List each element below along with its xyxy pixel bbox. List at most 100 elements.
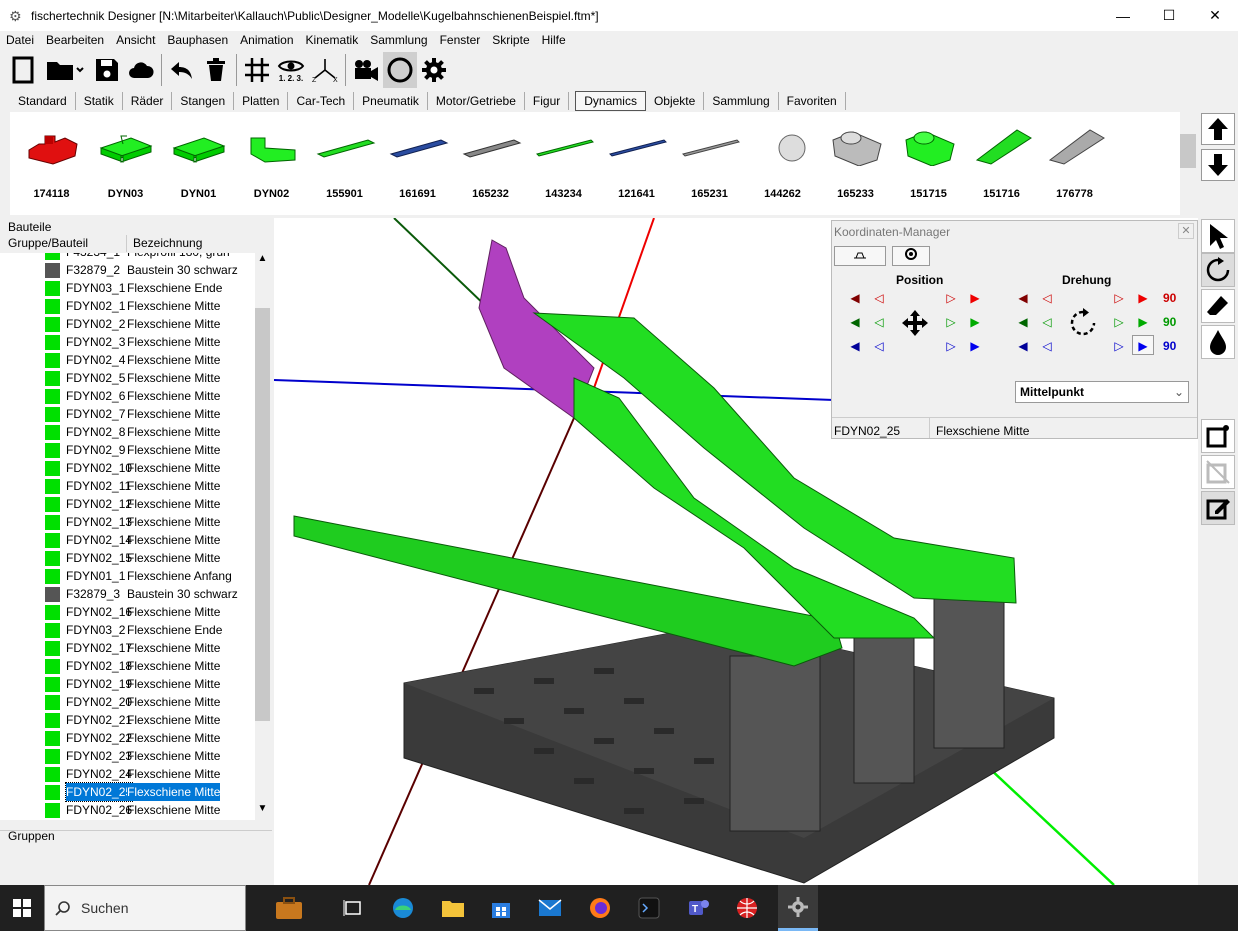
fischertechnik-designer-taskbar-icon[interactable]	[778, 885, 818, 931]
minimize-button[interactable]: —	[1100, 0, 1146, 31]
new-group-button[interactable]	[1201, 419, 1235, 453]
tree-row[interactable]: FDYN02_8 Flexschiene Mitte	[0, 423, 255, 441]
part-165233[interactable]: 165233	[819, 112, 892, 212]
new-file-icon[interactable]	[6, 52, 40, 88]
rot-y-minus-fast[interactable]: ◀	[1016, 315, 1030, 329]
menu-bauphasen[interactable]: Bauphasen	[161, 31, 234, 49]
rot-z-plus[interactable]: ▷	[1112, 339, 1126, 353]
menu-ansicht[interactable]: Ansicht	[110, 31, 161, 49]
rot-y-plus-fast[interactable]: ▶	[1136, 315, 1150, 329]
edge-browser-icon[interactable]	[388, 893, 418, 923]
menu-animation[interactable]: Animation	[234, 31, 299, 49]
tab-sammlung[interactable]: Sammlung	[704, 92, 779, 110]
mail-icon[interactable]	[535, 893, 565, 923]
pos-x-plus-fast[interactable]: ▶	[968, 291, 982, 305]
select-tool-button[interactable]	[1201, 219, 1235, 253]
tree-row[interactable]: FDYN02_14 Flexschiene Mitte	[0, 531, 255, 549]
tree-row[interactable]: FDYN02_24 Flexschiene Mitte	[0, 765, 255, 783]
column-header-group[interactable]: Gruppe/Bauteil	[8, 235, 88, 252]
menu-fenster[interactable]: Fenster	[434, 31, 487, 49]
pos-y-plus-fast[interactable]: ▶	[968, 315, 982, 329]
tree-row[interactable]: FDYN02_11 Flexschiene Mitte	[0, 477, 255, 495]
menu-skripte[interactable]: Skripte	[486, 31, 535, 49]
undo-icon[interactable]	[165, 52, 199, 88]
task-view-icon[interactable]	[338, 893, 368, 923]
view-steps-icon[interactable]: 1. 2. 3.	[274, 52, 308, 88]
part-121641[interactable]: 121641	[600, 112, 673, 212]
tree-row[interactable]: FDYN02_16 Flexschiene Mitte	[0, 603, 255, 621]
menu-kinematik[interactable]: Kinematik	[300, 31, 365, 49]
tree-row[interactable]: FDYN02_22 Flexschiene Mitte	[0, 729, 255, 747]
rot-x-minus[interactable]: ◁	[1040, 291, 1054, 305]
tab-rotation[interactable]	[892, 246, 930, 266]
tree-row[interactable]: FDYN02_18 Flexschiene Mitte	[0, 657, 255, 675]
camera-icon[interactable]	[349, 52, 383, 88]
parts-list-scrollbar[interactable]: ▲ ▼	[255, 253, 270, 820]
part-174118[interactable]: 174118	[15, 112, 88, 212]
catalog-down-button[interactable]	[1201, 149, 1235, 181]
tree-row[interactable]: FDYN02_4 Flexschiene Mitte	[0, 351, 255, 369]
tree-row[interactable]: FDYN02_12 Flexschiene Mitte	[0, 495, 255, 513]
part-161691[interactable]: 161691	[381, 112, 454, 212]
store-icon[interactable]	[486, 893, 516, 923]
part-165232[interactable]: 165232	[454, 112, 527, 212]
tab-stangen[interactable]: Stangen	[172, 92, 235, 110]
part-176778[interactable]: 176778	[1038, 112, 1111, 212]
pos-z-minus[interactable]: ◁	[872, 339, 886, 353]
tab-standard[interactable]: Standard	[10, 92, 76, 110]
pos-z-plus-fast[interactable]: ▶	[968, 339, 982, 353]
circle-icon[interactable]	[383, 52, 417, 88]
menu-bearbeiten[interactable]: Bearbeiten	[40, 31, 110, 49]
tab-car-tech[interactable]: Car-Tech	[288, 92, 355, 110]
rotate-tool-button[interactable]	[1201, 253, 1235, 287]
pos-x-plus[interactable]: ▷	[944, 291, 958, 305]
rot-z-minus[interactable]: ◁	[1040, 339, 1054, 353]
tree-row[interactable]: FDYN02_2 Flexschiene Mitte	[0, 315, 255, 333]
briefcase-icon[interactable]	[274, 893, 304, 923]
menu-datei[interactable]: Datei	[0, 31, 40, 49]
tree-row[interactable]: FDYN03_2 Flexschiene Ende	[0, 621, 255, 639]
delete-icon[interactable]	[199, 52, 233, 88]
color-tool-button[interactable]	[1201, 325, 1235, 359]
tab-figur[interactable]: Figur	[525, 92, 570, 110]
axis-icon[interactable]: Z X	[308, 52, 342, 88]
grid-icon[interactable]	[240, 52, 274, 88]
tree-row[interactable]: FDYN02_3 Flexschiene Mitte	[0, 333, 255, 351]
part-143234[interactable]: 143234	[527, 112, 600, 212]
tree-row[interactable]: FDYN02_25 Flexschiene Mitte	[0, 782, 255, 802]
part-155901[interactable]: 155901	[308, 112, 381, 212]
rot-z-plus-fast[interactable]: ▶	[1132, 335, 1154, 355]
tree-row[interactable]: FDYN02_20 Flexschiene Mitte	[0, 693, 255, 711]
tree-row[interactable]: FDYN02_23 Flexschiene Mitte	[0, 747, 255, 765]
remove-group-button[interactable]	[1201, 455, 1235, 489]
globe-app-icon[interactable]	[732, 893, 762, 923]
part-dyn03[interactable]: DYN03	[89, 112, 162, 212]
edit-group-button[interactable]	[1201, 491, 1235, 525]
tree-row[interactable]: F43234_1 Flexprofil 180, grün	[0, 253, 255, 261]
rot-z-minus-fast[interactable]: ◀	[1016, 339, 1030, 353]
rot-y-minus[interactable]: ◁	[1040, 315, 1054, 329]
part-dyn01[interactable]: DYN01	[162, 112, 235, 212]
tree-row[interactable]: FDYN02_7 Flexschiene Mitte	[0, 405, 255, 423]
parts-tree[interactable]: F43234_1 Flexprofil 180, grün F32879_2 Baus…	[0, 253, 255, 820]
pos-z-minus-fast[interactable]: ◀	[848, 339, 862, 353]
close-button[interactable]: ✕	[1192, 0, 1238, 31]
catalog-scrollbar[interactable]	[1180, 112, 1196, 215]
maximize-button[interactable]: ☐	[1146, 0, 1192, 31]
tab-position[interactable]	[834, 246, 886, 266]
teams-icon[interactable]: T	[684, 893, 714, 923]
column-header-name[interactable]: Bezeichnung	[126, 235, 202, 252]
coordinate-manager-close-button[interactable]: ✕	[1178, 223, 1194, 239]
tab-platten[interactable]: Platten	[234, 92, 289, 110]
tree-row[interactable]: FDYN03_1 Flexschiene Ende	[0, 279, 255, 297]
gear-icon[interactable]	[417, 52, 451, 88]
pos-x-minus-fast[interactable]: ◀	[848, 291, 862, 305]
tab-objekte[interactable]: Objekte	[646, 92, 705, 110]
eraser-tool-button[interactable]	[1201, 289, 1235, 323]
save-icon[interactable]	[90, 52, 124, 88]
tree-row[interactable]: FDYN02_6 Flexschiene Mitte	[0, 387, 255, 405]
tree-row[interactable]: FDYN02_5 Flexschiene Mitte	[0, 369, 255, 387]
pos-y-plus[interactable]: ▷	[944, 315, 958, 329]
tab-statik[interactable]: Statik	[76, 92, 123, 110]
tree-row[interactable]: FDYN02_13 Flexschiene Mitte	[0, 513, 255, 531]
